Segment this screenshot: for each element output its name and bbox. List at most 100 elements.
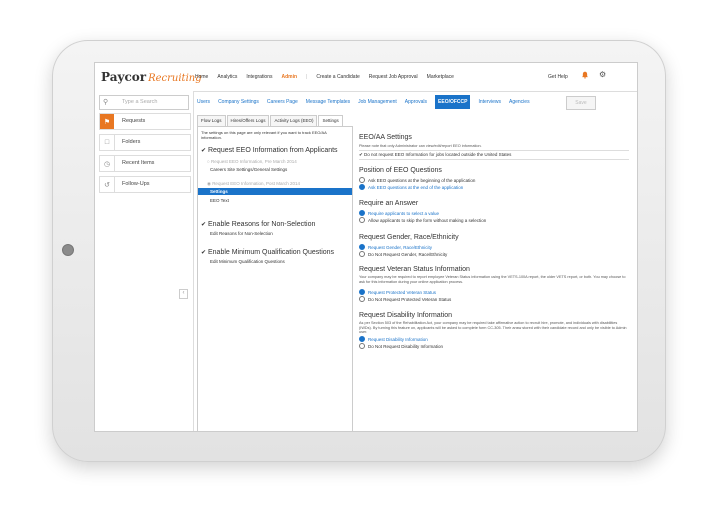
tab-message-templates[interactable]: Message Templates bbox=[306, 99, 350, 105]
nav-marketplace[interactable]: Marketplace bbox=[427, 74, 454, 80]
tab-careers-page[interactable]: Careers Page bbox=[267, 99, 298, 105]
radio-position-end[interactable]: Ask EEO questions at the end of the appl… bbox=[359, 184, 463, 190]
subtab-flow-logs[interactable]: Flow Logs bbox=[197, 115, 226, 126]
logo-main: Paycor bbox=[101, 70, 147, 84]
option-label: Require applicants to select a value bbox=[368, 210, 440, 216]
tree-item-settings[interactable]: Settings bbox=[198, 188, 352, 195]
search-icon: ⚲ bbox=[103, 99, 109, 106]
sidebar: ⚲ Type a Search ⚑ Requests □ Folders ◷ R… bbox=[95, 91, 194, 431]
tab-users[interactable]: Users bbox=[197, 99, 210, 105]
settings-note: The settings on this page are only relev… bbox=[201, 130, 327, 140]
search-input[interactable]: ⚲ Type a Search bbox=[99, 95, 189, 110]
option-label: Request EEO Information, Pre March 2014 bbox=[210, 159, 297, 164]
settings-gear-icon[interactable]: ⚙ bbox=[599, 71, 606, 79]
option-label: Ask EEO questions at the end of the appl… bbox=[368, 184, 464, 190]
settings-tree-panel: The settings on this page are only relev… bbox=[197, 126, 353, 431]
save-button[interactable]: Save bbox=[566, 96, 596, 110]
tree-item-eeo-text[interactable]: EEO Text bbox=[210, 198, 229, 203]
radio-no-veteran[interactable]: Do Not Request Protected Veteran Status bbox=[359, 296, 451, 302]
link-edit-min-qualification[interactable]: Edit Minimum Qualification Questions bbox=[210, 259, 285, 264]
section-title: Enable Minimum Qualification Questions bbox=[207, 249, 335, 256]
nav-analytics[interactable]: Analytics bbox=[217, 74, 237, 80]
app-screen: Paycor Recruiting Home Analytics Integrat… bbox=[94, 62, 638, 432]
checkbox-outside-us[interactable]: ✔ Do not request EEO Information for job… bbox=[359, 152, 511, 158]
tab-agencies[interactable]: Agencies bbox=[509, 99, 530, 105]
clock-icon: ◷ bbox=[100, 156, 115, 171]
tree-item-label: Settings bbox=[210, 189, 228, 194]
sidebar-item-recent-items[interactable]: ◷ Recent Items bbox=[99, 155, 191, 172]
radio-icon bbox=[359, 251, 365, 257]
radio-request-veteran[interactable]: Request Protected Veteran Status bbox=[359, 289, 436, 295]
link-edit-reasons[interactable]: Edit Reasons for Non-Selection bbox=[210, 231, 273, 236]
search-placeholder: Type a Search bbox=[122, 99, 158, 105]
settings-detail-panel: EEO/AA Settings Please note that only Ad… bbox=[353, 126, 637, 431]
option-label: Request Disability Information bbox=[368, 336, 428, 342]
tab-company-settings[interactable]: Company Settings bbox=[218, 99, 259, 105]
section-heading[interactable]: ✔ Request EEO Information from Applicant… bbox=[201, 147, 338, 154]
radio-no-gender[interactable]: Do Not Request Gender, Race/Ethnicity bbox=[359, 251, 447, 257]
radio-icon bbox=[359, 336, 365, 342]
radio-require-value[interactable]: Require applicants to select a value bbox=[359, 210, 439, 216]
radio-no-disability[interactable]: Do Not Request Disability Information bbox=[359, 343, 443, 349]
disability-title: Request Disability Information bbox=[359, 312, 452, 319]
veteran-title: Request Veteran Status Information bbox=[359, 266, 470, 273]
position-title: Position of EEO Questions bbox=[359, 167, 442, 174]
sidebar-item-label: Requests bbox=[122, 118, 146, 124]
top-bar: Paycor Recruiting Home Analytics Integrat… bbox=[95, 63, 637, 92]
disability-text: As per Section 503 of the Rehabilitation… bbox=[359, 321, 627, 335]
eeo-settings-title: EEO/AA Settings bbox=[359, 134, 412, 141]
sidebar-item-folders[interactable]: □ Folders bbox=[99, 134, 191, 151]
radio-icon bbox=[359, 177, 365, 183]
get-help-link[interactable]: Get Help bbox=[548, 74, 568, 80]
option-label: Request Protected Veteran Status bbox=[368, 289, 437, 295]
check-icon: ✔ bbox=[201, 222, 207, 228]
section-title: Enable Reasons for Non-Selection bbox=[207, 221, 316, 228]
radio-pre-march-2014[interactable]: ○ Request EEO Information, Pre March 201… bbox=[207, 159, 297, 164]
radio-icon bbox=[359, 296, 365, 302]
section-heading[interactable]: ✔ Enable Reasons for Non-Selection bbox=[201, 221, 315, 228]
section-heading[interactable]: ✔ Enable Minimum Qualification Questions bbox=[201, 249, 334, 256]
nav-create-candidate[interactable]: Create a Candidate bbox=[316, 74, 359, 80]
logo-script: Recruiting bbox=[148, 73, 202, 84]
gender-title: Request Gender, Race/Ethnicity bbox=[359, 234, 459, 241]
admin-tabs: Users Company Settings Careers Page Mess… bbox=[197, 95, 530, 109]
radio-allow-skip[interactable]: Allow applicants to skip the form withou… bbox=[359, 217, 486, 223]
sidebar-item-label: Follow-Ups bbox=[122, 181, 150, 187]
divider bbox=[359, 150, 629, 151]
tablet-home-button bbox=[62, 244, 74, 256]
top-nav: Home Analytics Integrations Admin | Crea… bbox=[195, 74, 454, 80]
radio-icon bbox=[359, 184, 365, 190]
option-label: Request Gender, Race/Ethnicity bbox=[368, 244, 433, 250]
radio-icon bbox=[359, 217, 365, 223]
nav-separator: | bbox=[306, 74, 308, 80]
tab-approvals[interactable]: Approvals bbox=[405, 99, 427, 105]
sidebar-item-follow-ups[interactable]: ↺ Follow-Ups bbox=[99, 176, 191, 193]
radio-request-gender[interactable]: Request Gender, Race/Ethnicity bbox=[359, 244, 432, 250]
nav-admin[interactable]: Admin bbox=[282, 74, 298, 80]
subtab-hires-offers-logs[interactable]: Hires/Offers Logs bbox=[226, 115, 270, 126]
sidebar-item-label: Folders bbox=[122, 139, 141, 145]
nav-integrations[interactable]: Integrations bbox=[246, 74, 272, 80]
subtab-settings[interactable]: Settings bbox=[318, 115, 343, 126]
tab-interviews[interactable]: Interviews bbox=[478, 99, 501, 105]
sidebar-item-label: Recent Items bbox=[122, 160, 155, 166]
nav-request-job-approval[interactable]: Request Job Approval bbox=[369, 74, 418, 80]
sidebar-item-requests[interactable]: ⚑ Requests bbox=[99, 113, 191, 130]
radio-post-march-2014[interactable]: ◉ Request EEO Information, Post March 20… bbox=[207, 181, 300, 187]
folder-icon: □ bbox=[100, 135, 115, 150]
tab-eeo-ofccp[interactable]: EEO/OFCCP bbox=[435, 95, 471, 109]
notification-bell-icon[interactable] bbox=[581, 71, 589, 79]
subtab-activity-logs-eeo[interactable]: Activity Logs (EEO) bbox=[270, 115, 318, 126]
answer-title: Require an Answer bbox=[359, 200, 419, 207]
collapse-sidebar-button[interactable]: ‹ bbox=[179, 289, 188, 299]
option-label: Ask EEO questions at the beginning of th… bbox=[368, 177, 476, 183]
radio-position-beginning[interactable]: Ask EEO questions at the beginning of th… bbox=[359, 177, 475, 183]
tab-job-management[interactable]: Job Management bbox=[358, 99, 397, 105]
section-title: Request EEO Information from Applicants bbox=[207, 147, 338, 154]
divider bbox=[359, 159, 629, 160]
logo: Paycor Recruiting bbox=[101, 70, 202, 84]
nav-home[interactable]: Home bbox=[195, 74, 208, 80]
eeo-settings-note: Please note that only Administrator can … bbox=[359, 144, 482, 148]
radio-request-disability[interactable]: Request Disability Information bbox=[359, 336, 428, 342]
link-careers-site-settings[interactable]: Careers Site Settings/General Settings bbox=[210, 167, 287, 172]
